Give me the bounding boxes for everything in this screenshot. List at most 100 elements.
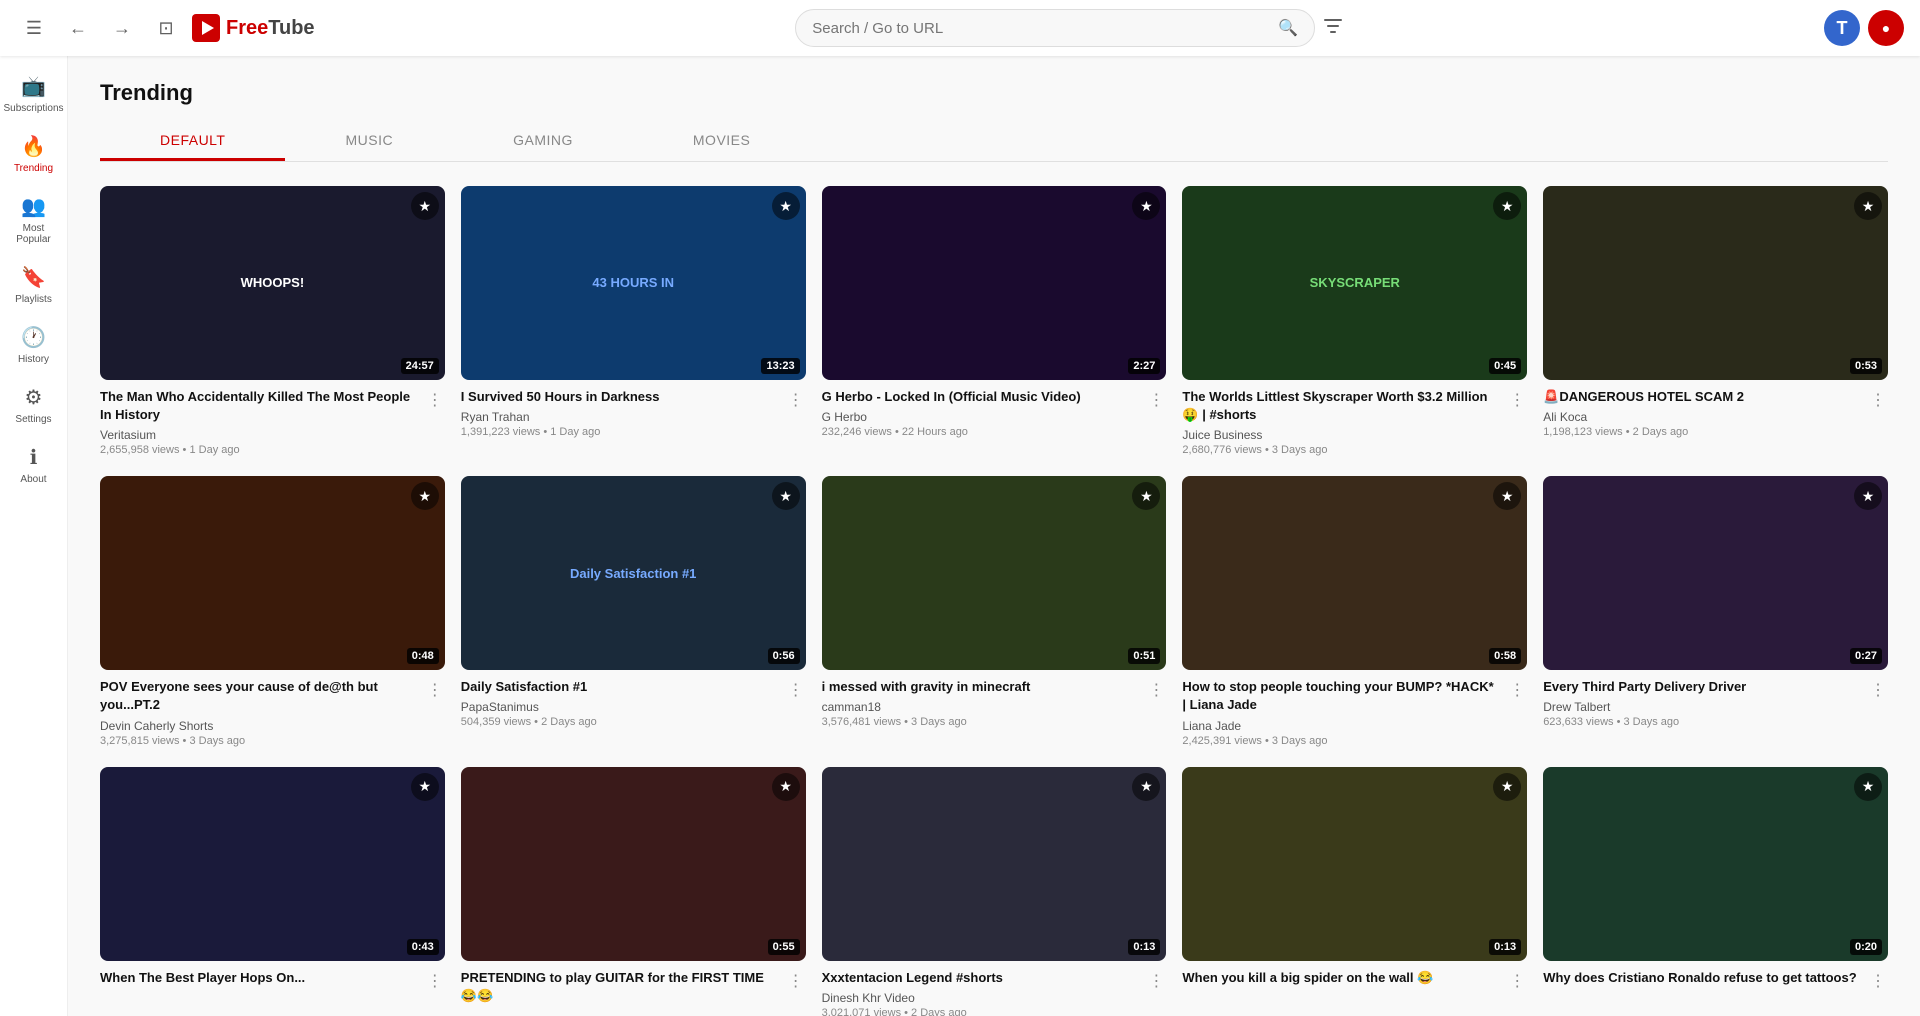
- video-card-v6[interactable]: ★ 0:48 POV Everyone sees your cause of d…: [100, 476, 445, 746]
- sidebar-item-trending[interactable]: 🔥 Trending: [4, 124, 64, 184]
- video-card-v15[interactable]: ★ 0:20 Why does Cristiano Ronaldo refuse…: [1543, 767, 1888, 1016]
- video-title: PRETENDING to play GUITAR for the FIRST …: [461, 969, 778, 1005]
- more-options-button[interactable]: ⋮: [425, 388, 445, 412]
- more-options-button[interactable]: ⋮: [786, 388, 806, 412]
- video-title: Every Third Party Delivery Driver: [1543, 678, 1860, 696]
- forward-button[interactable]: →: [104, 10, 140, 46]
- video-card-v14[interactable]: ★ 0:13 When you kill a big spider on the…: [1182, 767, 1527, 1016]
- video-details: Every Third Party Delivery Driver Drew T…: [1543, 678, 1860, 728]
- favorite-button[interactable]: ★: [1854, 192, 1882, 220]
- more-options-button[interactable]: ⋮: [786, 678, 806, 702]
- sidebar-item-about[interactable]: ℹ About: [4, 435, 64, 495]
- more-options-button[interactable]: ⋮: [1146, 678, 1166, 702]
- video-thumbnail: ★ 0:20: [1543, 767, 1888, 961]
- favorite-button[interactable]: ★: [411, 192, 439, 220]
- sidebar-item-most-popular[interactable]: 👥 Most Popular: [4, 184, 64, 255]
- sidebar-item-settings[interactable]: ⚙ Settings: [4, 375, 64, 435]
- more-options-button[interactable]: ⋮: [425, 969, 445, 993]
- logo: FreeTube: [192, 14, 315, 42]
- video-title: When The Best Player Hops On...: [100, 969, 417, 987]
- video-thumbnail: ★ 0:51: [822, 476, 1167, 670]
- video-title: The Man Who Accidentally Killed The Most…: [100, 388, 417, 424]
- more-options-button[interactable]: ⋮: [1507, 678, 1527, 702]
- favorite-button[interactable]: ★: [772, 192, 800, 220]
- video-card-v7[interactable]: Daily Satisfaction #1 ★ 0:56 Daily Satis…: [461, 476, 806, 746]
- miniplayer-button[interactable]: ⊡: [148, 10, 184, 46]
- video-info: Every Third Party Delivery Driver Drew T…: [1543, 678, 1888, 728]
- video-thumbnail: ★ 0:48: [100, 476, 445, 670]
- favorite-button[interactable]: ★: [1493, 773, 1521, 801]
- video-card-v4[interactable]: SKYSCRAPER ★ 0:45 The Worlds Littlest Sk…: [1182, 186, 1527, 456]
- tab-music[interactable]: MUSIC: [285, 122, 453, 161]
- video-details: Xxxtentacion Legend #shorts Dinesh Khr V…: [822, 969, 1139, 1016]
- sidebar-item-history[interactable]: 🕐 History: [4, 315, 64, 375]
- search-input[interactable]: [812, 20, 1278, 37]
- search-button[interactable]: 🔍: [1278, 18, 1298, 38]
- video-info: 🚨DANGEROUS HOTEL SCAM 2 Ali Koca 1,198,1…: [1543, 388, 1888, 438]
- video-card-v1[interactable]: WHOOPS! ★ 24:57 The Man Who Accidentally…: [100, 186, 445, 456]
- video-info: Xxxtentacion Legend #shorts Dinesh Khr V…: [822, 969, 1167, 1016]
- filter-icon: [1323, 16, 1343, 36]
- more-options-button[interactable]: ⋮: [1868, 678, 1888, 702]
- video-duration: 0:51: [1128, 648, 1160, 664]
- search-bar: 🔍: [795, 9, 1315, 47]
- video-thumbnail: ★ 2:27: [822, 186, 1167, 380]
- favorite-button[interactable]: ★: [772, 773, 800, 801]
- video-meta: 2,680,776 views • 3 Days ago: [1182, 444, 1499, 456]
- sidebar-label-settings: Settings: [15, 414, 51, 425]
- video-thumbnail: Daily Satisfaction #1 ★ 0:56: [461, 476, 806, 670]
- tab-movies[interactable]: MOVIES: [633, 122, 810, 161]
- avatar-button[interactable]: T: [1824, 10, 1860, 46]
- video-card-v5[interactable]: ★ 0:53 🚨DANGEROUS HOTEL SCAM 2 Ali Koca …: [1543, 186, 1888, 456]
- video-thumbnail: ★ 0:13: [822, 767, 1167, 961]
- video-duration: 24:57: [401, 358, 439, 374]
- video-thumbnail: ★ 0:53: [1543, 186, 1888, 380]
- favorite-button[interactable]: ★: [1854, 773, 1882, 801]
- sidebar-label-history: History: [18, 354, 49, 365]
- favorite-button[interactable]: ★: [411, 482, 439, 510]
- favorite-button[interactable]: ★: [772, 482, 800, 510]
- filter-button[interactable]: [1323, 9, 1343, 47]
- video-title: I Survived 50 Hours in Darkness: [461, 388, 778, 406]
- video-duration: 0:53: [1850, 358, 1882, 374]
- more-options-button[interactable]: ⋮: [1507, 969, 1527, 993]
- sidebar-label-playlists: Playlists: [15, 294, 52, 305]
- video-thumbnail: ★ 0:58: [1182, 476, 1527, 670]
- more-options-button[interactable]: ⋮: [1868, 969, 1888, 993]
- more-options-button[interactable]: ⋮: [1146, 969, 1166, 993]
- tab-default[interactable]: DEFAULT: [100, 122, 285, 161]
- video-title: How to stop people touching your BUMP? *…: [1182, 678, 1499, 714]
- video-card-v9[interactable]: ★ 0:58 How to stop people touching your …: [1182, 476, 1527, 746]
- playlists-icon: 🔖: [21, 265, 46, 290]
- video-card-v2[interactable]: 43 HOURS IN ★ 13:23 I Survived 50 Hours …: [461, 186, 806, 456]
- sidebar-item-playlists[interactable]: 🔖 Playlists: [4, 255, 64, 315]
- menu-button[interactable]: ☰: [16, 10, 52, 46]
- tab-gaming[interactable]: GAMING: [453, 122, 633, 161]
- video-duration: 0:13: [1128, 939, 1160, 955]
- more-options-button[interactable]: ⋮: [1507, 388, 1527, 412]
- video-card-v13[interactable]: ★ 0:13 Xxxtentacion Legend #shorts Dines…: [822, 767, 1167, 1016]
- video-card-v12[interactable]: ★ 0:55 PRETENDING to play GUITAR for the…: [461, 767, 806, 1016]
- more-options-button[interactable]: ⋮: [786, 969, 806, 993]
- favorite-button[interactable]: ★: [1132, 773, 1160, 801]
- favorite-button[interactable]: ★: [411, 773, 439, 801]
- sidebar-item-subscriptions[interactable]: 📺 Subscriptions: [4, 64, 64, 124]
- notification-button[interactable]: ●: [1868, 10, 1904, 46]
- video-card-v3[interactable]: ★ 2:27 G Herbo - Locked In (Official Mus…: [822, 186, 1167, 456]
- video-channel: PapaStanimus: [461, 700, 778, 714]
- video-card-v11[interactable]: ★ 0:43 When The Best Player Hops On... ⋮: [100, 767, 445, 1016]
- video-info: When The Best Player Hops On... ⋮: [100, 969, 445, 993]
- video-info: Daily Satisfaction #1 PapaStanimus 504,3…: [461, 678, 806, 728]
- video-duration: 0:27: [1850, 648, 1882, 664]
- video-info: POV Everyone sees your cause of de@th bu…: [100, 678, 445, 746]
- video-meta: 3,576,481 views • 3 Days ago: [822, 716, 1139, 728]
- video-card-v8[interactable]: ★ 0:51 i messed with gravity in minecraf…: [822, 476, 1167, 746]
- more-options-button[interactable]: ⋮: [425, 678, 445, 702]
- more-options-button[interactable]: ⋮: [1868, 388, 1888, 412]
- back-button[interactable]: ←: [60, 10, 96, 46]
- video-card-v10[interactable]: ★ 0:27 Every Third Party Delivery Driver…: [1543, 476, 1888, 746]
- favorite-button[interactable]: ★: [1493, 192, 1521, 220]
- more-options-button[interactable]: ⋮: [1146, 388, 1166, 412]
- video-duration: 0:45: [1489, 358, 1521, 374]
- video-channel: Veritasium: [100, 428, 417, 442]
